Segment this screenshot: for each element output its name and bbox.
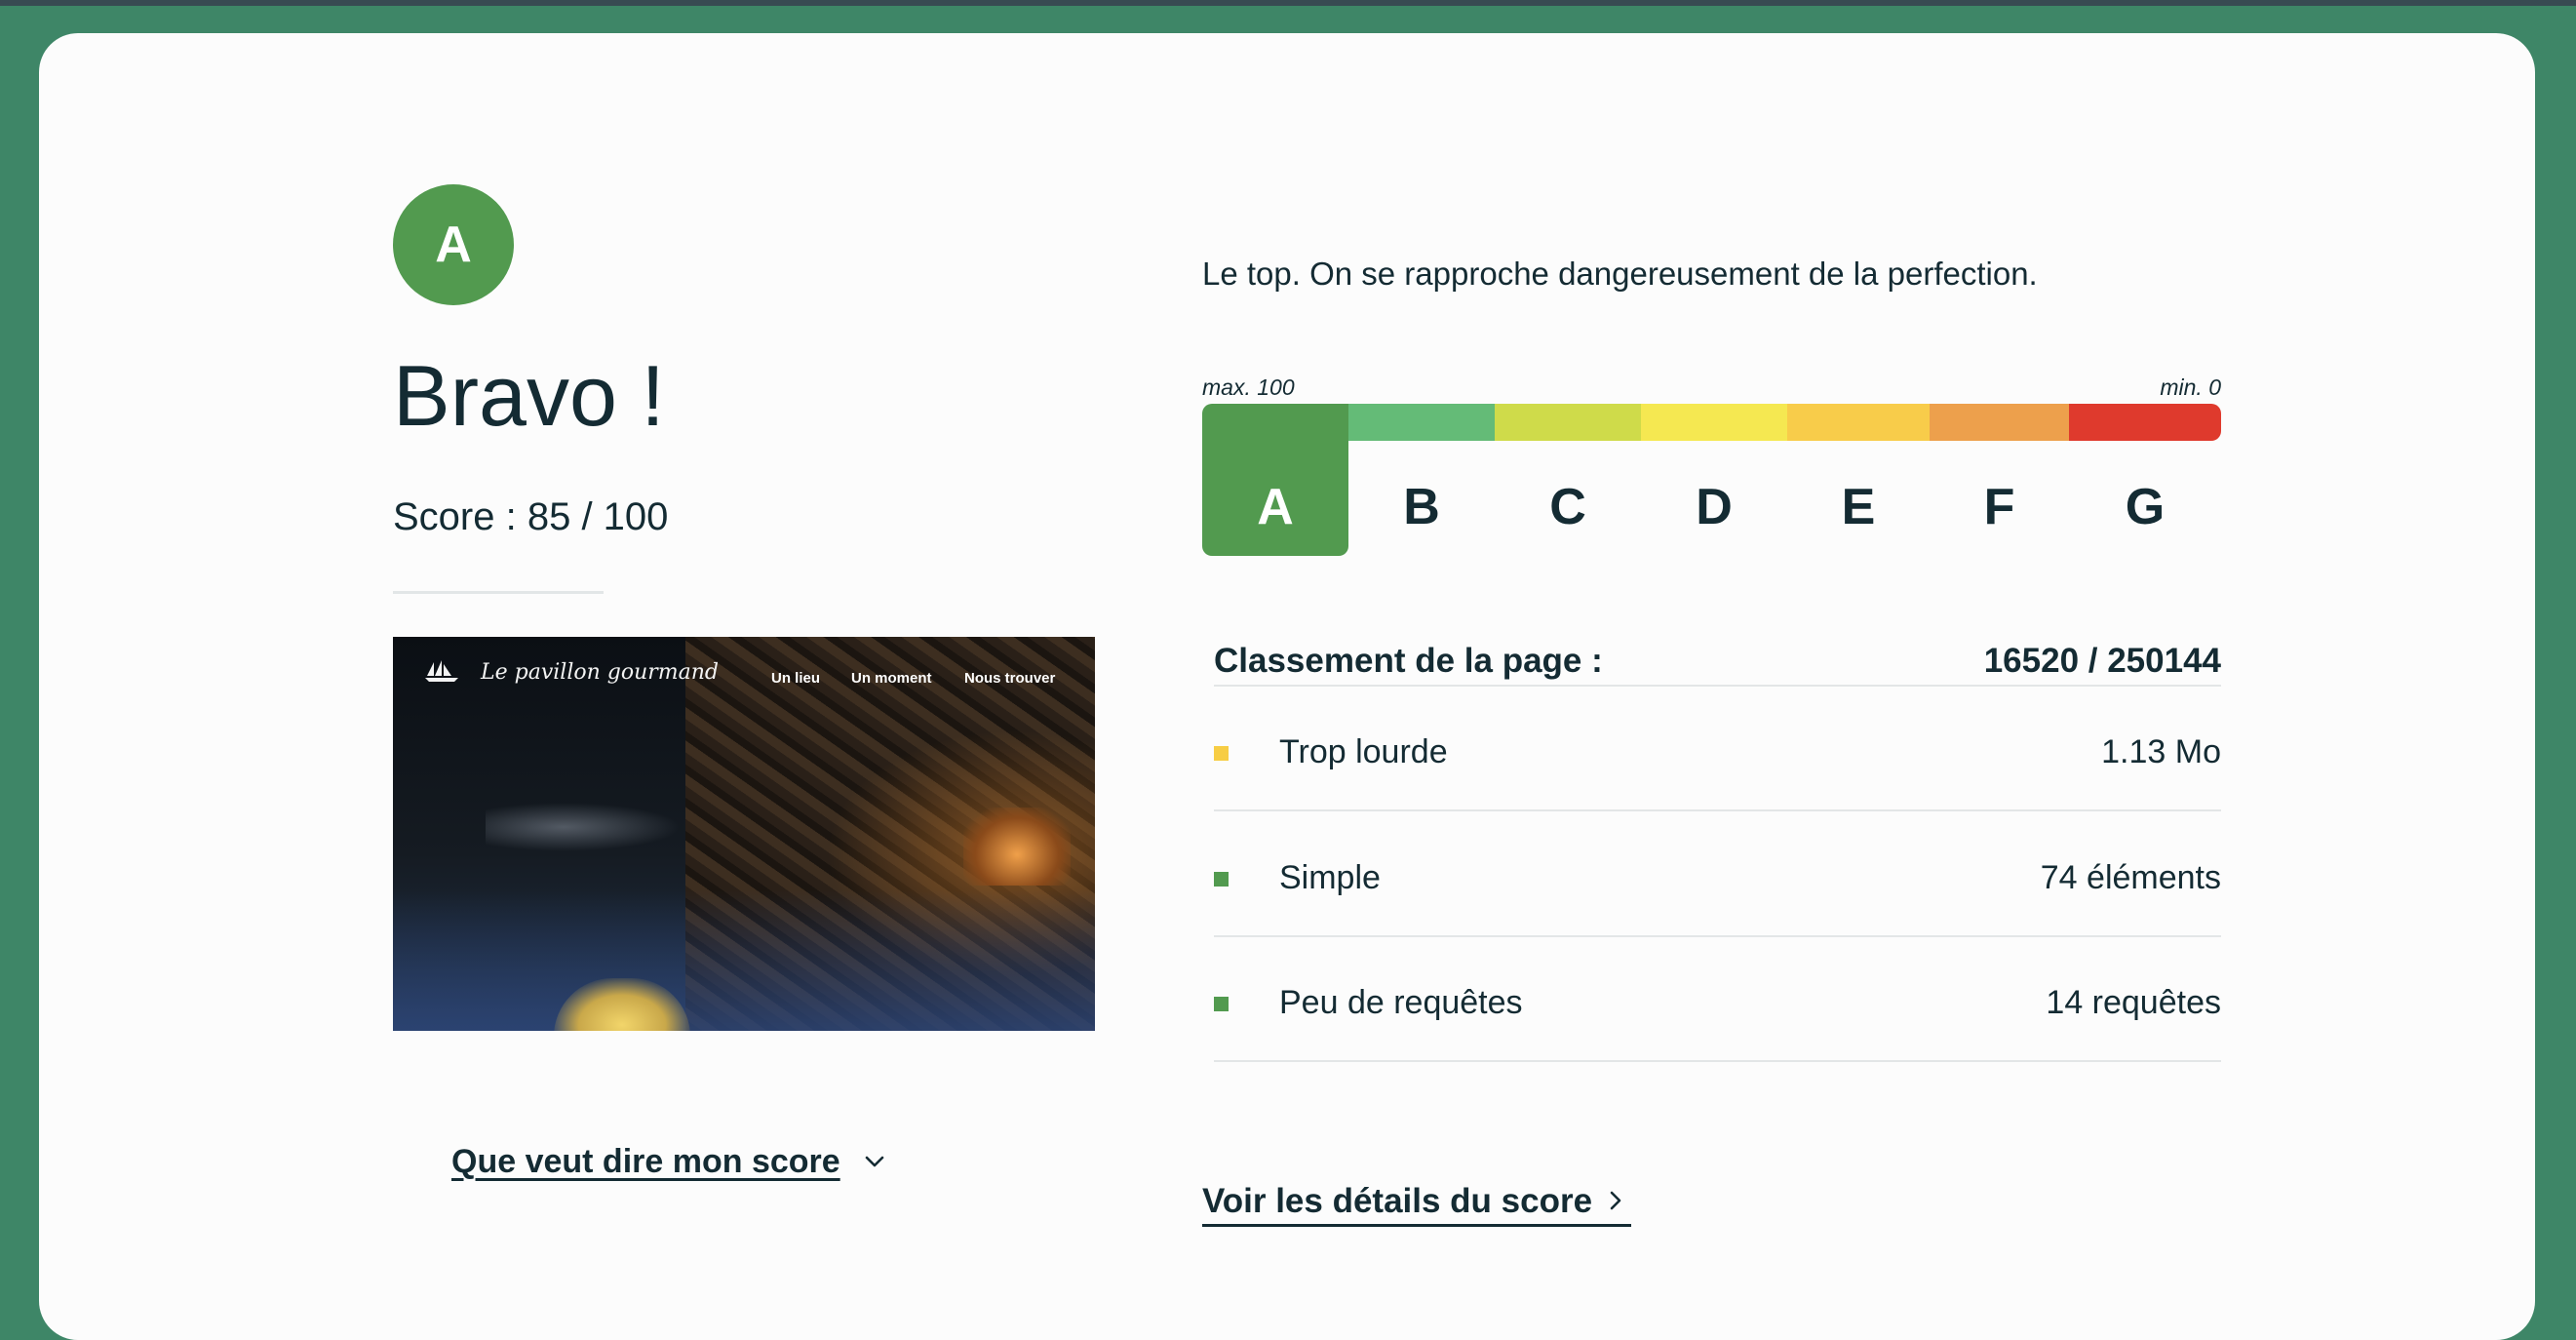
grade-scale-letter-b: B [1403,479,1440,535]
thumbnail-fade [393,890,1095,1031]
metric-label: Simple [1279,859,1381,896]
metric-value: 1.13 Mo [2101,733,2221,770]
ranking-value: 16520 / 250144 [1983,642,2221,680]
metric-value: 14 requêtes [2046,984,2221,1021]
grade-scale-segment-d [1641,404,1787,441]
grade-scale-letter-e: E [1841,479,1876,535]
row-divider [1214,935,2221,937]
chevron-down-icon[interactable] [864,1151,885,1172]
metric-value: 74 éléments [2040,859,2221,896]
score-explanation-link[interactable]: Que veut dire mon score [451,1143,840,1181]
metric-label: Trop lourde [1279,733,1448,770]
grade-scale-letter-d: D [1696,479,1733,535]
window-top-border [0,0,2576,6]
grade-scale-letter-f: F [1983,479,2015,535]
score-details-link[interactable]: Voir les détails du score [1202,1182,1592,1221]
grade-badge: A [393,184,514,305]
grade-scale-segment-f [1930,404,2069,441]
grade-scale-segment-g [2069,404,2221,441]
grade-scale-segment-e [1787,404,1930,441]
page-screenshot-thumbnail: Le pavillon gourmand Un lieu Un moment N… [393,637,1095,1031]
dining-tables-image [486,803,681,851]
score-text: Score : 85 / 100 [393,495,669,538]
chevron-right-icon[interactable] [1605,1190,1626,1211]
metric-status-dot [1214,746,1229,761]
result-heading: Bravo ! [393,347,665,444]
ranking-label: Classement de la page : [1214,642,1603,680]
thumbnail-brand: Le pavillon gourmand [481,660,720,685]
grade-scale-segment-c [1495,404,1641,441]
grade-tagline: Le top. On se rapproche dangereusement d… [1202,256,2038,292]
thumbnail-nav-item: Un moment [851,670,932,687]
metric-label: Peu de requêtes [1279,984,1523,1021]
row-divider [1214,809,2221,811]
result-card: A Bravo ! Score : 85 / 100 Le pavillon g… [39,33,2535,1340]
sailboat-logo-icon [425,660,458,682]
thumbnail-nav-item: Un lieu [771,670,821,687]
details-link-underline [1202,1224,1631,1227]
scale-max-label: max. 100 [1202,374,1295,400]
metric-status-dot [1214,997,1229,1011]
row-divider [1214,1060,2221,1062]
fireplace-image [963,808,1071,886]
row-divider [1214,685,2221,687]
divider [393,591,604,594]
metric-status-dot [1214,872,1229,887]
grade-scale-letter-g: G [2125,479,2166,535]
grade-scale-letter-c: C [1549,479,1586,535]
thumbnail-nav-item: Nous trouver [964,670,1056,687]
scale-min-label: min. 0 [2160,374,2221,400]
grade-scale: A B C D E F G [1202,404,2221,556]
grade-scale-segment-b [1348,404,1495,441]
grade-scale-letter-a: A [1257,479,1294,535]
